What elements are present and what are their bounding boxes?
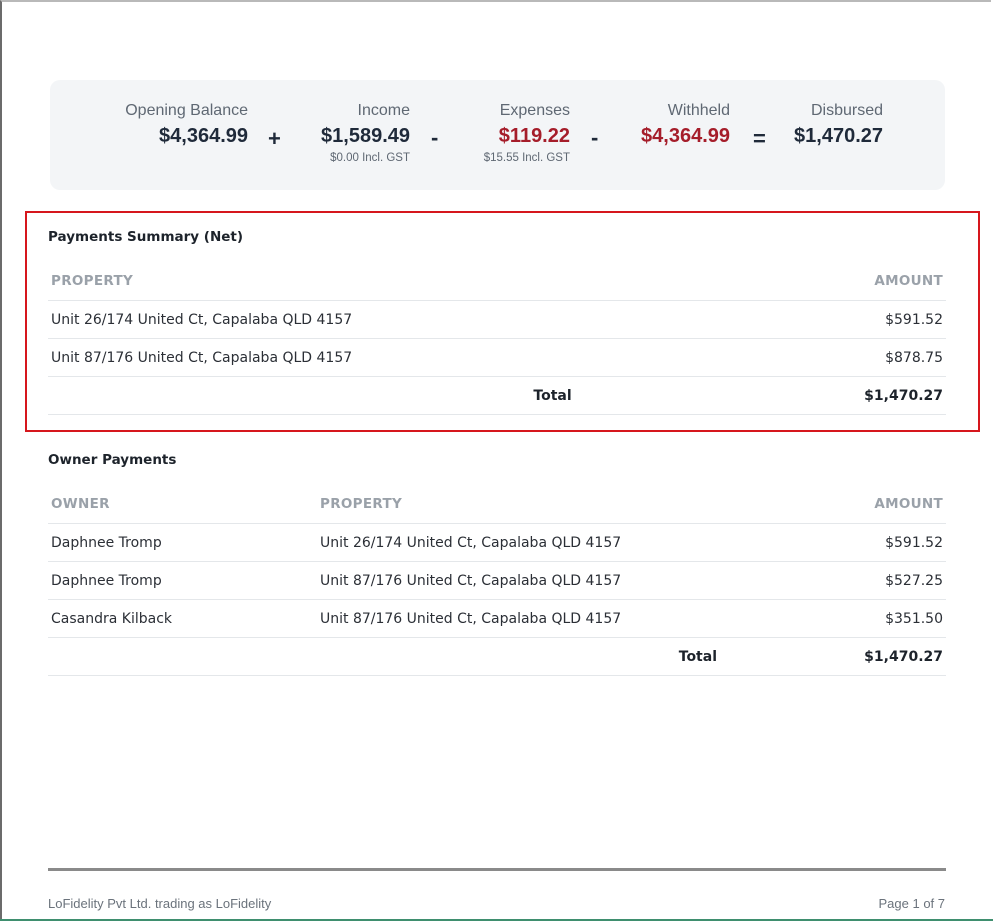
payments-summary-title: Payments Summary (Net)	[48, 229, 244, 245]
total-label: Total	[317, 637, 717, 676]
owner-payments-table: OWNER PROPERTY AMOUNT Daphnee Tromp Unit…	[48, 485, 946, 676]
balance-summary-box: Opening Balance $4,364.99 + Income $1,58…	[50, 80, 945, 190]
footer-company: LoFidelity Pvt Ltd. trading as LoFidelit…	[48, 896, 272, 911]
table-row: Daphnee Tromp Unit 26/174 United Ct, Cap…	[48, 523, 946, 562]
withheld-label: Withheld	[667, 102, 730, 119]
expenses-label: Expenses	[499, 102, 570, 119]
empty-cell	[48, 637, 317, 676]
column-header-property: PROPERTY	[317, 485, 717, 524]
property-cell: Unit 26/174 United Ct, Capalaba QLD 4157	[48, 300, 752, 339]
table-row: Casandra Kilback Unit 87/176 United Ct, …	[48, 599, 946, 638]
owner-cell: Daphnee Tromp	[48, 561, 317, 600]
table-row: Daphnee Tromp Unit 87/176 United Ct, Cap…	[48, 561, 946, 600]
amount-cell: $878.75	[751, 338, 946, 377]
column-header-owner: OWNER	[48, 485, 317, 524]
disbursed-stat: Disbursed $1,470.27	[794, 102, 883, 148]
minus-operator-2: -	[591, 125, 599, 150]
expenses-gst: $15.55 Incl. GST	[483, 152, 570, 164]
column-header-property: PROPERTY	[48, 262, 752, 301]
expenses-value: $119.22	[498, 125, 570, 147]
amount-cell: $351.50	[717, 599, 946, 638]
income-gst: $0.00 Incl. GST	[330, 152, 410, 164]
property-cell: Unit 87/176 United Ct, Capalaba QLD 4157	[317, 561, 717, 600]
total-row: Total $1,470.27	[48, 637, 946, 676]
amount-cell: $591.52	[717, 523, 946, 562]
income-value: $1,589.49	[321, 125, 410, 147]
income-label: Income	[357, 102, 410, 119]
amount-cell: $591.52	[751, 300, 946, 339]
opening-balance-label: Opening Balance	[125, 102, 248, 119]
disbursed-value: $1,470.27	[794, 125, 883, 147]
footer-divider	[48, 868, 946, 871]
total-label: Total	[48, 376, 752, 415]
total-value: $1,470.27	[717, 637, 946, 676]
property-cell: Unit 87/176 United Ct, Capalaba QLD 4157	[317, 599, 717, 638]
equals-operator: =	[753, 126, 766, 151]
payments-summary-table: PROPERTY AMOUNT Unit 26/174 United Ct, C…	[48, 262, 946, 415]
amount-cell: $527.25	[717, 561, 946, 600]
table-header-row: OWNER PROPERTY AMOUNT	[48, 485, 946, 524]
owner-cell: Daphnee Tromp	[48, 523, 317, 562]
property-cell: Unit 26/174 United Ct, Capalaba QLD 4157	[317, 523, 717, 562]
column-header-amount: AMOUNT	[717, 485, 946, 524]
disbursed-label: Disbursed	[810, 102, 883, 119]
table-row: Unit 26/174 United Ct, Capalaba QLD 4157…	[48, 300, 946, 339]
opening-balance-stat: Opening Balance $4,364.99	[125, 102, 248, 148]
table-row: Unit 87/176 United Ct, Capalaba QLD 4157…	[48, 338, 946, 377]
total-value: $1,470.27	[751, 376, 946, 415]
owner-payments-title: Owner Payments	[48, 452, 177, 468]
income-stat: Income $1,589.49 $0.00 Incl. GST	[321, 102, 410, 164]
table-header-row: PROPERTY AMOUNT	[48, 262, 946, 301]
minus-operator-1: -	[431, 125, 439, 150]
footer-page-number: Page 1 of 7	[878, 896, 946, 911]
opening-balance-value: $4,364.99	[159, 125, 248, 147]
column-header-amount: AMOUNT	[751, 262, 946, 301]
property-cell: Unit 87/176 United Ct, Capalaba QLD 4157	[48, 338, 752, 377]
withheld-value: $4,364.99	[641, 125, 730, 147]
plus-operator: +	[268, 126, 281, 151]
owner-cell: Casandra Kilback	[48, 599, 317, 638]
total-row: Total $1,470.27	[48, 376, 946, 415]
withheld-stat: Withheld $4,364.99	[641, 102, 730, 148]
expenses-stat: Expenses $119.22 $15.55 Incl. GST	[484, 102, 570, 164]
